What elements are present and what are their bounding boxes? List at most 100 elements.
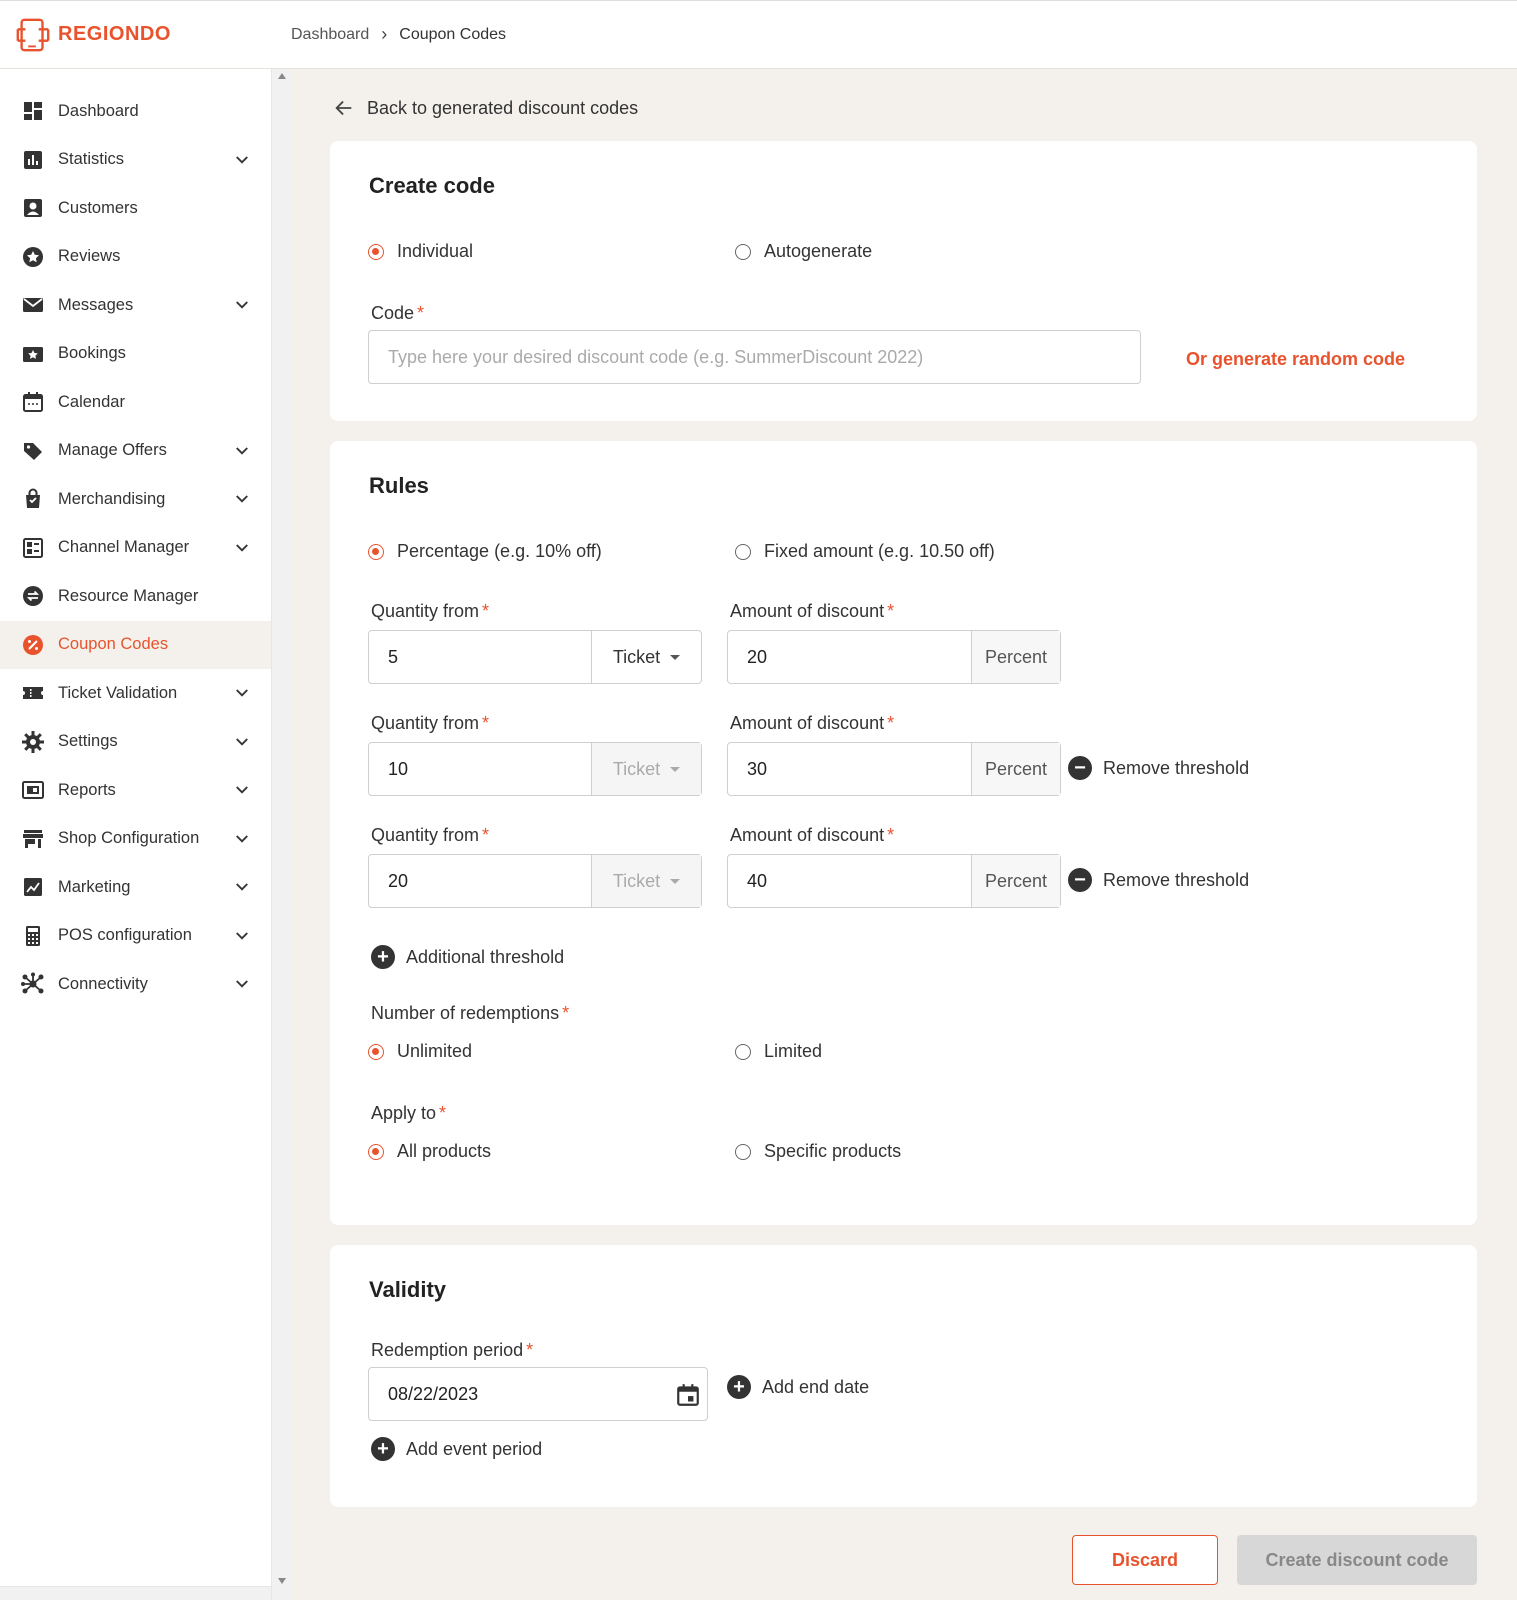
sidebar-scrollbar[interactable] xyxy=(271,69,291,1600)
scroll-up-icon[interactable] xyxy=(278,73,286,79)
chevron-down-icon[interactable] xyxy=(233,975,251,993)
unit-select-value: Ticket xyxy=(612,870,661,891)
radio-individual[interactable]: Individual xyxy=(368,241,473,262)
sidebar-item-calendar[interactable]: Calendar xyxy=(0,378,271,427)
quantity-from-label: Quantity from * xyxy=(371,825,489,846)
top-header: REGIONDO Dashboard › Coupon Codes xyxy=(0,0,1517,69)
sidebar-item-reviews[interactable]: Reviews xyxy=(0,233,271,282)
chevron-down-icon[interactable] xyxy=(233,490,251,508)
remove-threshold-button[interactable]: − Remove threshold xyxy=(1068,868,1249,892)
radio-specific-products-label: Specific products xyxy=(764,1141,902,1161)
calendar-icon[interactable] xyxy=(675,1382,701,1408)
quantity-from-label-text: Quantity from xyxy=(371,601,480,621)
sidebar-item-settings[interactable]: Settings xyxy=(0,718,271,767)
sidebar-horizontal-scrollbar[interactable] xyxy=(0,1586,271,1600)
sidebar-item-label: Calendar xyxy=(58,392,125,411)
back-link[interactable]: Back to generated discount codes xyxy=(333,97,638,119)
radio-dot xyxy=(368,243,384,260)
radio-all-products[interactable]: All products xyxy=(368,1141,491,1162)
start-date-input[interactable]: 08/22/2023 xyxy=(368,1367,708,1421)
quantity-input[interactable]: 10 xyxy=(369,743,591,795)
add-event-period-button[interactable]: + Add event period xyxy=(371,1437,542,1461)
sidebar-item-coupon-codes[interactable]: Coupon Codes xyxy=(0,620,271,669)
amount-input[interactable]: 40 xyxy=(728,855,971,907)
radio-dot xyxy=(368,1143,384,1160)
sidebar-item-channel-manager[interactable]: Channel Manager xyxy=(0,524,271,573)
scroll-down-icon[interactable] xyxy=(278,1578,286,1584)
required-mark: * xyxy=(887,713,895,733)
sidebar-item-label: Connectivity xyxy=(58,974,148,993)
breadcrumb: Dashboard › Coupon Codes xyxy=(291,24,506,45)
remove-threshold-button[interactable]: − Remove threshold xyxy=(1068,756,1249,780)
code-label-text: Code xyxy=(371,303,415,323)
sidebar-item-connectivity[interactable]: Connectivity xyxy=(0,960,271,1009)
amount-input[interactable]: 30 xyxy=(728,743,971,795)
additional-threshold-label: Additional threshold xyxy=(406,946,565,967)
additional-threshold-button[interactable]: + Additional threshold xyxy=(371,945,564,969)
required-mark: * xyxy=(526,1340,534,1360)
sidebar-item-resource-manager[interactable]: Resource Manager xyxy=(0,572,271,621)
create-code-card: Create code Individual Autogenerate Code… xyxy=(330,141,1477,421)
radio-autogenerate[interactable]: Autogenerate xyxy=(735,241,872,262)
chevron-down-icon[interactable] xyxy=(233,296,251,314)
chevron-down-icon[interactable] xyxy=(233,927,251,945)
chevron-down-icon[interactable] xyxy=(233,539,251,557)
quantity-input-group: 5 Ticket xyxy=(368,630,702,684)
sidebar-item-pos-configuration[interactable]: POS configuration xyxy=(0,912,271,961)
add-end-date-label: Add end date xyxy=(762,1376,870,1397)
sidebar-item-label: Marketing xyxy=(58,877,131,896)
chevron-down-icon[interactable] xyxy=(233,878,251,896)
radio-fixed-amount[interactable]: Fixed amount (e.g. 10.50 off) xyxy=(735,541,995,562)
code-input[interactable]: Type here your desired discount code (e.… xyxy=(368,330,1141,384)
amount-input-group: 20 Percent xyxy=(727,630,1061,684)
amount-input[interactable]: 20 xyxy=(728,631,971,683)
breadcrumb-dashboard[interactable]: Dashboard xyxy=(291,26,369,44)
redemption-period-label: Redemption period * xyxy=(371,1340,533,1361)
sidebar-item-bookings[interactable]: Bookings xyxy=(0,330,271,379)
sidebar-item-messages[interactable]: Messages xyxy=(0,281,271,330)
chevron-down-icon[interactable] xyxy=(233,442,251,460)
radio-limited[interactable]: Limited xyxy=(735,1041,822,1062)
sidebar-item-label: Ticket Validation xyxy=(58,683,178,702)
add-end-date-button[interactable]: + Add end date xyxy=(727,1375,869,1399)
percent-addon: Percent xyxy=(971,855,1060,907)
radio-unlimited[interactable]: Unlimited xyxy=(368,1041,472,1062)
plus-circle-icon: + xyxy=(727,1375,751,1399)
discard-button[interactable]: Discard xyxy=(1072,1535,1218,1585)
sidebar-item-dashboard[interactable]: Dashboard xyxy=(0,87,271,136)
quantity-input[interactable]: 5 xyxy=(369,631,591,683)
sidebar-item-manage-offers[interactable]: Manage Offers xyxy=(0,427,271,476)
channel-icon xyxy=(20,535,46,561)
required-mark: * xyxy=(482,601,490,621)
sidebar-item-label: POS configuration xyxy=(58,926,192,945)
sidebar-item-ticket-validation[interactable]: Ticket Validation xyxy=(0,669,271,718)
chevron-down-icon[interactable] xyxy=(233,684,251,702)
unit-select[interactable]: Ticket xyxy=(591,631,701,683)
quantity-from-label-text: Quantity from xyxy=(371,713,480,733)
remove-threshold-label: Remove threshold xyxy=(1103,757,1250,778)
report-icon xyxy=(20,777,46,803)
radio-specific-products[interactable]: Specific products xyxy=(735,1141,901,1162)
chevron-down-icon[interactable] xyxy=(233,733,251,751)
sidebar-item-shop-configuration[interactable]: Shop Configuration xyxy=(0,815,271,864)
brand-logo[interactable]: REGIONDO xyxy=(14,16,291,54)
sidebar-item-statistics[interactable]: Statistics xyxy=(0,136,271,185)
sidebar-item-label: Settings xyxy=(58,732,118,751)
amount-of-discount-label-text: Amount of discount xyxy=(730,601,885,621)
generate-random-code-link[interactable]: Or generate random code xyxy=(1186,349,1405,370)
sidebar-item-reports[interactable]: Reports xyxy=(0,766,271,815)
create-discount-code-button[interactable]: Create discount code xyxy=(1237,1535,1477,1585)
chevron-down-icon[interactable] xyxy=(233,151,251,169)
sidebar-item-customers[interactable]: Customers xyxy=(0,184,271,233)
sidebar-item-label: Shop Configuration xyxy=(58,829,200,848)
radio-dot xyxy=(735,543,751,560)
chevron-down-icon[interactable] xyxy=(233,781,251,799)
radio-percentage[interactable]: Percentage (e.g. 10% off) xyxy=(368,541,602,562)
sidebar-item-marketing[interactable]: Marketing xyxy=(0,863,271,912)
caret-down-icon xyxy=(670,766,681,772)
amount-input-group: 40 Percent xyxy=(727,854,1061,908)
sidebar-item-merchandising[interactable]: Merchandising xyxy=(0,475,271,524)
chevron-down-icon[interactable] xyxy=(233,830,251,848)
arrow-left-icon xyxy=(335,100,352,116)
quantity-input[interactable]: 20 xyxy=(369,855,591,907)
